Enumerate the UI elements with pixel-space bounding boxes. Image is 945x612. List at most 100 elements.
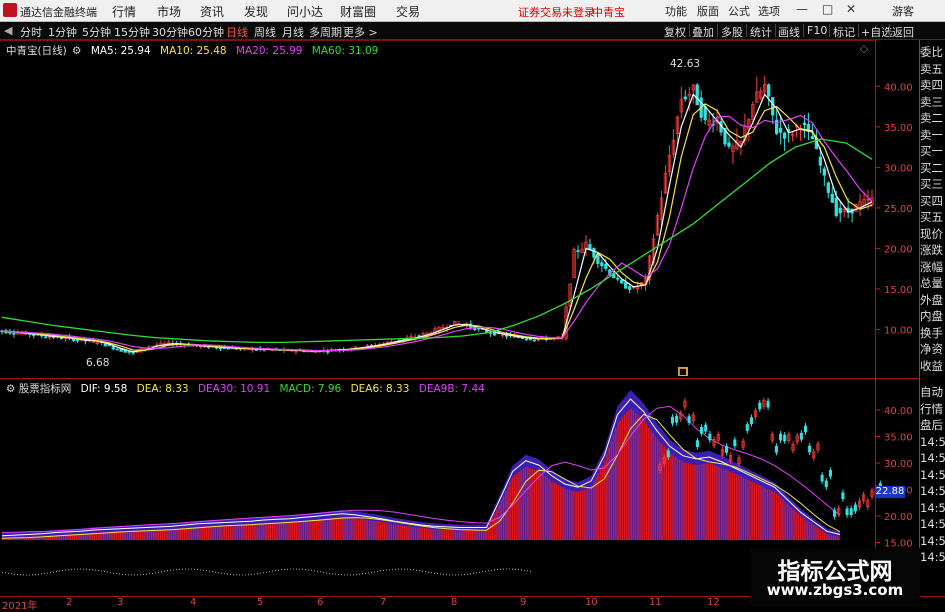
candle-body xyxy=(103,343,107,347)
y-tick-label: 40.00 xyxy=(884,406,913,417)
side-time: 14:56 xyxy=(920,500,945,515)
overlay-candle-body xyxy=(695,440,699,447)
overlay-candle-body xyxy=(704,424,708,432)
indicator-legend: ⚙ 股票指标网 DIF: 9.58 DEA: 8.33 DEA30: 10.91… xyxy=(6,381,485,396)
side-label[interactable]: 买二 xyxy=(920,160,945,177)
event-marker-icon[interactable]: ■ xyxy=(678,367,688,376)
candle-body xyxy=(524,338,529,341)
overlay-candle-body xyxy=(700,426,704,434)
candle-body xyxy=(604,263,608,269)
candle-body xyxy=(834,197,838,216)
side-label[interactable]: 行情 xyxy=(920,401,945,418)
side-label[interactable]: 涨跌 xyxy=(920,242,945,259)
side-label[interactable]: 卖一 xyxy=(920,127,945,144)
candle-body xyxy=(830,193,834,203)
candle-body xyxy=(620,279,624,284)
candle-body xyxy=(771,97,775,116)
side-time: 14:56 xyxy=(920,533,945,548)
overlay-candle-body xyxy=(833,510,837,517)
dotted-trace xyxy=(2,568,531,576)
side-time: 14:56 xyxy=(920,550,945,564)
side-label[interactable]: 外盘 xyxy=(920,292,945,309)
candle-body xyxy=(532,339,536,342)
side-label[interactable]: 盘后 xyxy=(920,417,945,434)
candle-body xyxy=(767,84,771,97)
y-tick-label: 30.00 xyxy=(884,163,913,174)
side-label[interactable]: 买一 xyxy=(920,143,945,160)
y-tick-label: 35.00 xyxy=(884,433,913,444)
side-label[interactable]: 收益 xyxy=(920,358,945,375)
macd-label: MACD: 7.96 xyxy=(279,383,342,395)
candle-body xyxy=(75,339,80,342)
overlay-candle-body xyxy=(783,434,787,442)
candle-body xyxy=(218,347,223,350)
overlay-candle-body xyxy=(828,469,832,477)
side-label[interactable]: 净资 xyxy=(920,341,945,358)
settings-icon[interactable]: ⚙ xyxy=(72,45,81,57)
main-chart-legend: 中青宝(日线) ⚙ MA5: 25.94 MA10: 25.48 MA20: 2… xyxy=(6,43,378,58)
overlay-candle-body xyxy=(687,416,691,423)
candle-body xyxy=(528,338,533,341)
chart-options-icon[interactable]: ◇ xyxy=(860,43,868,55)
side-label[interactable]: 涨幅 xyxy=(920,259,945,276)
ma5-line xyxy=(1,93,873,353)
side-label[interactable]: 买三 xyxy=(920,176,945,193)
candle-body xyxy=(326,351,330,353)
candle-body xyxy=(576,250,580,252)
overlay-candle-body xyxy=(670,416,675,424)
candle-body xyxy=(44,336,48,339)
y-tick-label: 40.00 xyxy=(884,82,913,93)
candle-body xyxy=(12,332,16,335)
overlay-candle-body xyxy=(841,492,845,500)
candle-body xyxy=(624,282,628,289)
candle-body xyxy=(826,182,830,193)
overlay-candle-body xyxy=(778,433,783,441)
side-time: 14:56 xyxy=(920,451,945,465)
candle-body xyxy=(123,349,127,353)
x-axis-label: 8 xyxy=(451,597,458,608)
overlay-candle-body xyxy=(745,424,749,431)
candle-body xyxy=(838,207,842,214)
y-tick-label: 20.00 xyxy=(884,512,913,523)
side-label[interactable]: 内盘 xyxy=(920,308,945,325)
candle-body xyxy=(806,124,811,130)
side-label[interactable]: 委比 xyxy=(920,44,945,61)
y-tick-label: 35.00 xyxy=(884,123,913,134)
overlay-candle-body xyxy=(849,508,853,515)
overlay-candle-body xyxy=(749,417,754,424)
side-label[interactable]: 卖五 xyxy=(920,61,945,78)
indicator-bars xyxy=(1,390,840,540)
trade-side-panel: 自动 行情 盘后 14:56 14:56 14:56 14:56 14:56 1… xyxy=(920,384,945,566)
main-chart-title: 中青宝(日线) xyxy=(6,45,67,57)
dea-label: DEA: 8.33 xyxy=(136,383,189,395)
x-axis-label: 2 xyxy=(66,597,73,608)
candle-body xyxy=(115,348,119,351)
side-label[interactable]: 买四 xyxy=(920,193,945,210)
side-label[interactable]: 总量 xyxy=(920,275,945,292)
ma20-line xyxy=(1,114,873,352)
candle-body xyxy=(592,248,596,258)
side-label[interactable]: 买五 xyxy=(920,209,945,226)
y-tick-label: 25.00 xyxy=(884,204,913,215)
overlay-candle-body xyxy=(799,432,803,440)
overlay-candle-body xyxy=(766,400,770,408)
overlay-candle-body xyxy=(808,445,812,453)
indicator-settings-icon[interactable]: ⚙ xyxy=(6,383,15,395)
candle-body xyxy=(822,168,826,176)
overlay-candle-body xyxy=(666,450,670,458)
side-label[interactable]: 卖四 xyxy=(920,77,945,94)
y-tick-label: 10.00 xyxy=(884,325,913,336)
overlay-candle-body xyxy=(733,439,737,447)
y-tick-label: 30.00 xyxy=(884,459,913,470)
chart-canvas[interactable]: 40.00 35.00 30.00 25.00 20.00 15.00 10.00 40.0… xyxy=(0,0,945,609)
side-label[interactable]: 卖二 xyxy=(920,110,945,127)
side-label[interactable]: 现价 xyxy=(920,226,945,243)
side-time: 14:56 xyxy=(920,484,945,498)
quote-side-panel: 委比 卖五 卖四 卖三 卖二 卖一 买一 买二 买三 买四 买五 现价 涨跌 涨… xyxy=(920,44,945,374)
side-label[interactable]: 换手 xyxy=(920,325,945,342)
side-label[interactable]: 自动 xyxy=(920,384,945,401)
candle-body xyxy=(111,346,115,350)
side-label[interactable]: 卖三 xyxy=(920,94,945,111)
candle-body xyxy=(32,334,36,336)
candle-body xyxy=(59,337,64,340)
